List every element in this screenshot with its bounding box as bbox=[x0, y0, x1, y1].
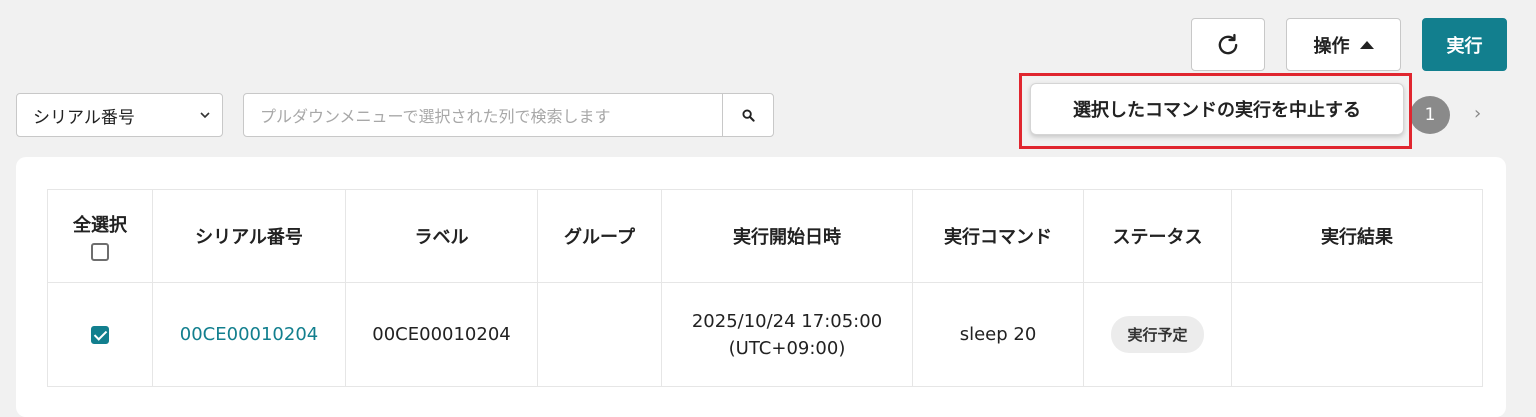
command-cell: sleep 20 bbox=[912, 282, 1084, 387]
serial-cell: 00CE00010204 bbox=[152, 282, 346, 387]
table-header-row: 全選択 シリアル番号 ラベル グループ 実行開始日時 実行コマンド ステータス … bbox=[47, 189, 1483, 283]
select-all-checkbox[interactable] bbox=[91, 242, 109, 261]
label-cell: 00CE00010204 bbox=[345, 282, 538, 387]
row-select-cell bbox=[47, 282, 153, 387]
operations-button[interactable]: 操作 bbox=[1286, 18, 1401, 71]
header-status[interactable]: ステータス bbox=[1083, 189, 1232, 283]
search-placeholder: プルダウンメニューで選択された列で検索します bbox=[260, 107, 611, 126]
column-select-value: シリアル番号 bbox=[33, 107, 135, 128]
row-checkbox[interactable] bbox=[91, 326, 109, 344]
start-cell: 2025/10/24 17:05:00 (UTC+09:00) bbox=[661, 282, 913, 387]
header-label[interactable]: ラベル bbox=[345, 189, 538, 283]
header-result[interactable]: 実行結果 bbox=[1231, 189, 1483, 283]
refresh-button[interactable] bbox=[1191, 18, 1265, 71]
serial-link[interactable]: 00CE00010204 bbox=[180, 324, 318, 345]
search-icon bbox=[741, 108, 755, 122]
command-table: 全選択 シリアル番号 ラベル グループ 実行開始日時 実行コマンド ステータス … bbox=[47, 189, 1483, 387]
caret-up-icon bbox=[1359, 40, 1374, 49]
header-start[interactable]: 実行開始日時 bbox=[661, 189, 913, 283]
run-button[interactable]: 実行 bbox=[1422, 18, 1507, 71]
chevron-down-icon bbox=[200, 111, 210, 118]
table-row: 00CE00010204 00CE00010204 2025/10/24 17:… bbox=[47, 282, 1483, 387]
header-group[interactable]: グループ bbox=[537, 189, 662, 283]
highlight-box bbox=[1019, 73, 1412, 149]
page-number[interactable]: 1 bbox=[1410, 96, 1450, 134]
status-cell: 実行予定 bbox=[1083, 282, 1232, 387]
result-cell bbox=[1231, 282, 1483, 387]
header-serial[interactable]: シリアル番号 bbox=[152, 189, 346, 283]
header-command[interactable]: 実行コマンド bbox=[912, 189, 1084, 283]
next-page-icon[interactable]: › bbox=[1474, 103, 1481, 124]
column-select[interactable]: シリアル番号 bbox=[16, 93, 223, 137]
start-timezone: (UTC+09:00) bbox=[728, 337, 846, 359]
start-date: 2025/10/24 17:05:00 bbox=[691, 310, 883, 332]
search-input[interactable]: プルダウンメニューで選択された列で検索します bbox=[243, 93, 723, 137]
header-select-all: 全選択 bbox=[47, 189, 153, 283]
group-cell bbox=[537, 282, 662, 387]
operations-label: 操作 bbox=[1313, 35, 1350, 57]
status-badge: 実行予定 bbox=[1111, 316, 1204, 353]
search-button[interactable] bbox=[722, 93, 774, 137]
select-all-label: 全選択 bbox=[73, 214, 127, 236]
refresh-icon bbox=[1218, 33, 1238, 54]
